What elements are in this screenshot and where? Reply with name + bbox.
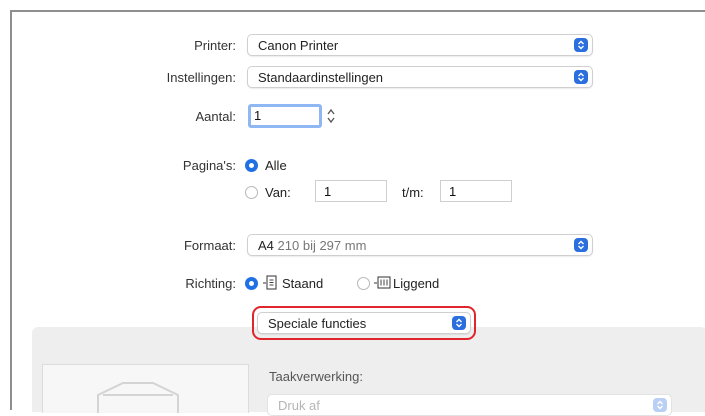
print-dialog: Printer: Canon Printer Instellingen: Sta… — [10, 10, 705, 416]
format-value: A4 — [258, 238, 274, 253]
pages-to-value: 1 — [449, 184, 457, 199]
pages-from-value: 1 — [324, 184, 332, 199]
pages-from-label: Van: — [265, 185, 291, 200]
portrait-icon — [263, 275, 277, 290]
job-label: Taakverwerking: — [269, 369, 363, 384]
pages-label: Pagina's: — [182, 158, 236, 173]
pages-range-radio[interactable] — [245, 186, 258, 199]
orientation-portrait-radio[interactable] — [245, 277, 258, 290]
pages-all-radio[interactable] — [245, 159, 258, 172]
copies-stepper[interactable] — [325, 106, 337, 126]
popup-arrows-icon — [574, 70, 588, 84]
orientation-landscape-label: Liggend — [393, 276, 440, 291]
page-preview — [42, 364, 249, 413]
format-label: Formaat: — [183, 238, 236, 253]
pages-to-field[interactable]: 1 — [440, 180, 512, 202]
copies-value: 1 — [254, 108, 262, 123]
popup-arrows-icon — [574, 38, 588, 52]
settings-popup[interactable]: Standaardinstellingen — [247, 66, 593, 88]
orientation-landscape-radio[interactable] — [357, 277, 370, 290]
orientation-label: Richting: — [185, 276, 236, 291]
preview-placeholder-icon — [97, 382, 179, 413]
printer-popup[interactable]: Canon Printer — [247, 34, 593, 56]
popup-arrows-icon — [574, 238, 588, 252]
format-detail: 210 bij 297 mm — [277, 238, 367, 253]
pages-all-label: Alle — [265, 158, 287, 173]
popup-arrows-icon — [452, 316, 466, 330]
stepper-arrows-icon — [327, 108, 335, 124]
pages-from-field[interactable]: 1 — [315, 180, 387, 202]
job-value: Druk af — [278, 398, 320, 413]
landscape-icon — [374, 276, 391, 289]
orientation-portrait-label: Staand — [282, 276, 324, 291]
printer-value: Canon Printer — [258, 38, 339, 53]
settings-value: Standaardinstellingen — [258, 70, 384, 85]
copies-label: Aantal: — [195, 109, 236, 124]
special-functions-value: Speciale functies — [268, 316, 367, 331]
job-popup[interactable]: Druk af — [267, 394, 672, 416]
settings-label: Instellingen: — [166, 70, 236, 85]
pages-to-label: t/m: — [402, 185, 424, 200]
special-functions-popup[interactable]: Speciale functies — [257, 312, 471, 334]
printer-label: Printer: — [194, 38, 236, 53]
copies-field[interactable]: 1 — [248, 104, 322, 128]
format-popup[interactable]: A4 210 bij 297 mm — [247, 234, 593, 256]
